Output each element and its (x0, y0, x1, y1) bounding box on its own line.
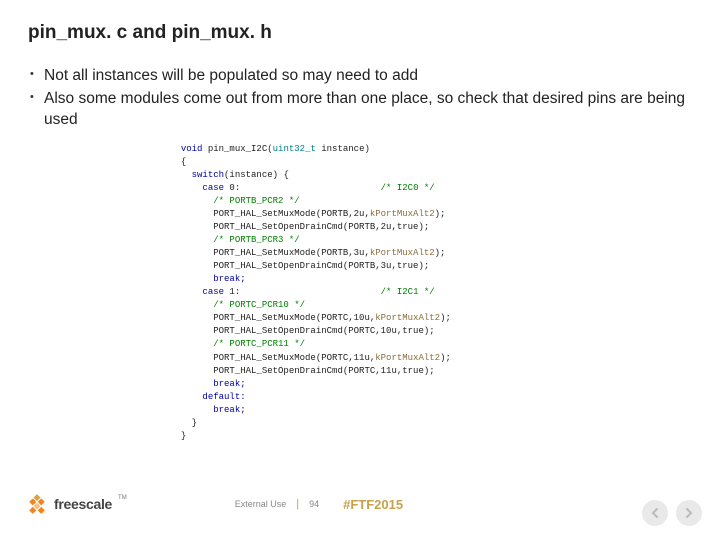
page-number: 94 (309, 499, 319, 509)
list-item: Not all instances will be populated so m… (28, 66, 692, 87)
freescale-icon (24, 491, 50, 517)
separator: | (296, 498, 299, 510)
footer: freescale TM External Use | 94 #FTF2015 (0, 484, 720, 524)
footer-meta: External Use | 94 #FTF2015 (235, 497, 403, 512)
code-block: void pin_mux_I2C(uint32_t instance) { sw… (170, 143, 550, 443)
slide: pin_mux. c and pin_mux. h Not all instan… (0, 0, 720, 540)
chevron-left-icon (649, 507, 661, 519)
classification-label: External Use (235, 499, 287, 509)
trademark: TM (118, 495, 127, 501)
chevron-right-icon (683, 507, 695, 519)
list-item: Also some modules come out from more tha… (28, 89, 692, 131)
next-button[interactable] (676, 500, 702, 526)
slide-nav (642, 500, 702, 526)
prev-button[interactable] (642, 500, 668, 526)
event-hashtag: #FTF2015 (343, 497, 403, 512)
brand-name: freescale (54, 496, 112, 512)
bullet-list: Not all instances will be populated so m… (28, 66, 692, 131)
slide-title: pin_mux. c and pin_mux. h (28, 22, 692, 44)
brand-logo: freescale TM (24, 491, 125, 517)
